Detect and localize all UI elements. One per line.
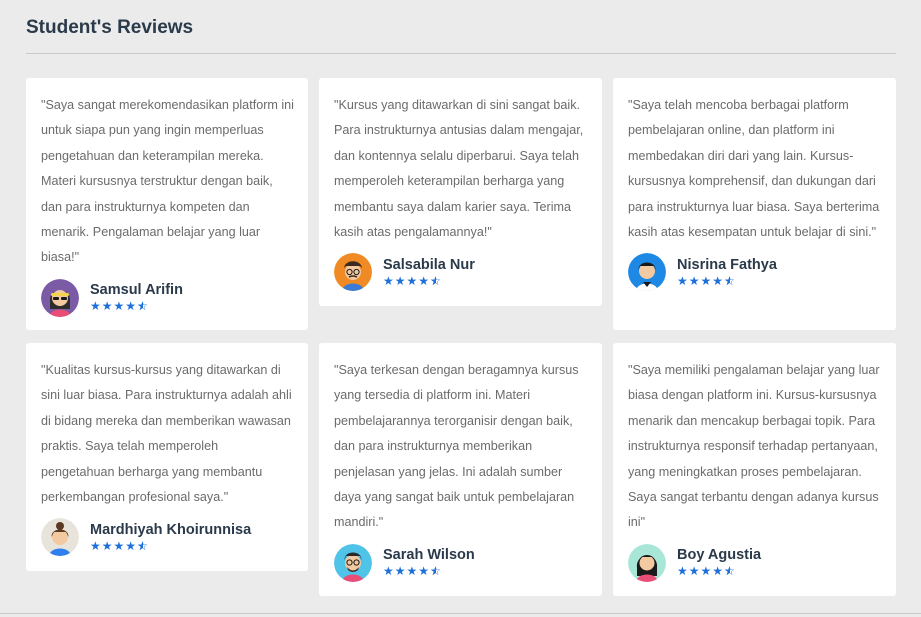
review-card: "Saya terkesan dengan beragamnya kursus … xyxy=(319,343,602,596)
star-full-icon: ★ xyxy=(383,273,395,288)
review-card: "Saya memiliki pengalaman belajar yang l… xyxy=(613,343,896,596)
review-text: "Saya memiliki pengalaman belajar yang l… xyxy=(628,363,880,530)
reviewer-name: Samsul Arifin xyxy=(90,282,183,299)
star-half-icon: ☆☆★ xyxy=(430,564,442,579)
star-full-icon: ★ xyxy=(406,273,419,288)
star-full-icon: ★ xyxy=(101,299,114,314)
review-author: Mardhiyah Khoirunnisa ★★★★☆☆★ xyxy=(41,518,294,557)
section-title: Student's Reviews xyxy=(26,17,194,38)
star-full-icon: ★ xyxy=(113,299,126,314)
reviewer-name: Nisrina Fathya xyxy=(677,256,777,273)
star-rating: ★★★★☆☆★ xyxy=(383,565,475,578)
review-text: "Saya sangat merekomendasikan platform i… xyxy=(41,98,294,265)
star-full-icon: ★ xyxy=(688,564,701,579)
star-half-icon: ☆☆★ xyxy=(724,564,736,579)
star-full-icon: ★ xyxy=(394,564,407,579)
review-author: Sarah Wilson ★★★★☆☆★ xyxy=(334,543,588,582)
star-full-icon: ★ xyxy=(712,564,725,579)
review-text: "Kualitas kursus-kursus yang ditawarkan … xyxy=(41,363,292,505)
review-card: "Saya telah mencoba berbagai platform pe… xyxy=(613,78,896,330)
review-card: "Kualitas kursus-kursus yang ditawarkan … xyxy=(26,343,308,571)
star-rating: ★★★★☆☆★ xyxy=(90,300,183,313)
star-full-icon: ★ xyxy=(383,564,395,579)
star-half-icon: ☆☆★ xyxy=(724,273,736,288)
star-full-icon: ★ xyxy=(418,564,431,579)
review-card: "Saya sangat merekomendasikan platform i… xyxy=(26,78,308,330)
star-rating: ★★★★☆☆★ xyxy=(90,538,251,553)
review-card: "Kursus yang ditawarkan di sini sangat b… xyxy=(319,78,602,306)
star-full-icon: ★ xyxy=(125,299,138,314)
star-half-icon: ☆☆★ xyxy=(137,299,149,314)
man-dark-hair-avatar-icon xyxy=(628,253,666,292)
woman-long-hair-avatar-icon xyxy=(628,543,666,582)
review-text: "Kursus yang ditawarkan di sini sangat b… xyxy=(334,98,584,240)
star-full-icon: ★ xyxy=(125,538,138,553)
star-half-icon: ☆☆★ xyxy=(137,538,149,553)
woman-bun-avatar-icon xyxy=(41,518,79,557)
reviewer-name: Salsabila Nur xyxy=(383,256,475,273)
star-rating: ★★★★☆☆★ xyxy=(677,273,777,288)
star-full-icon: ★ xyxy=(677,564,689,579)
star-full-icon: ★ xyxy=(394,273,407,288)
star-full-icon: ★ xyxy=(113,538,126,553)
star-full-icon: ★ xyxy=(90,538,102,553)
reviewer-name: Sarah Wilson xyxy=(383,547,475,564)
man-glasses-beard-avatar-icon xyxy=(334,543,372,582)
star-rating: ★★★★☆☆★ xyxy=(677,565,761,578)
star-full-icon: ★ xyxy=(406,564,419,579)
review-text: "Saya terkesan dengan beragamnya kursus … xyxy=(334,363,579,530)
review-text: "Saya telah mencoba berbagai platform pe… xyxy=(628,98,880,240)
woman-sunglasses-avatar-icon xyxy=(41,278,79,317)
review-author: Boy Agustia ★★★★☆☆★ xyxy=(628,543,882,582)
man-glasses-avatar-icon xyxy=(334,253,372,292)
star-full-icon: ★ xyxy=(712,273,725,288)
star-full-icon: ★ xyxy=(700,564,713,579)
star-full-icon: ★ xyxy=(688,273,701,288)
reviewer-name: Mardhiyah Khoirunnisa xyxy=(90,521,252,538)
title-divider xyxy=(26,53,896,54)
star-full-icon: ★ xyxy=(700,273,713,288)
review-author: Salsabila Nur ★★★★☆☆★ xyxy=(334,253,588,292)
star-rating: ★★★★☆☆★ xyxy=(383,273,475,288)
bottom-divider xyxy=(0,613,921,614)
star-full-icon: ★ xyxy=(101,538,114,553)
star-half-icon: ☆☆★ xyxy=(430,273,442,288)
reviewer-name: Boy Agustia xyxy=(677,547,762,564)
star-full-icon: ★ xyxy=(418,273,431,288)
star-full-icon: ★ xyxy=(677,273,689,288)
review-author: Nisrina Fathya ★★★★☆☆★ xyxy=(628,253,882,292)
review-author: Samsul Arifin ★★★★☆☆★ xyxy=(41,278,294,317)
star-full-icon: ★ xyxy=(90,299,102,314)
